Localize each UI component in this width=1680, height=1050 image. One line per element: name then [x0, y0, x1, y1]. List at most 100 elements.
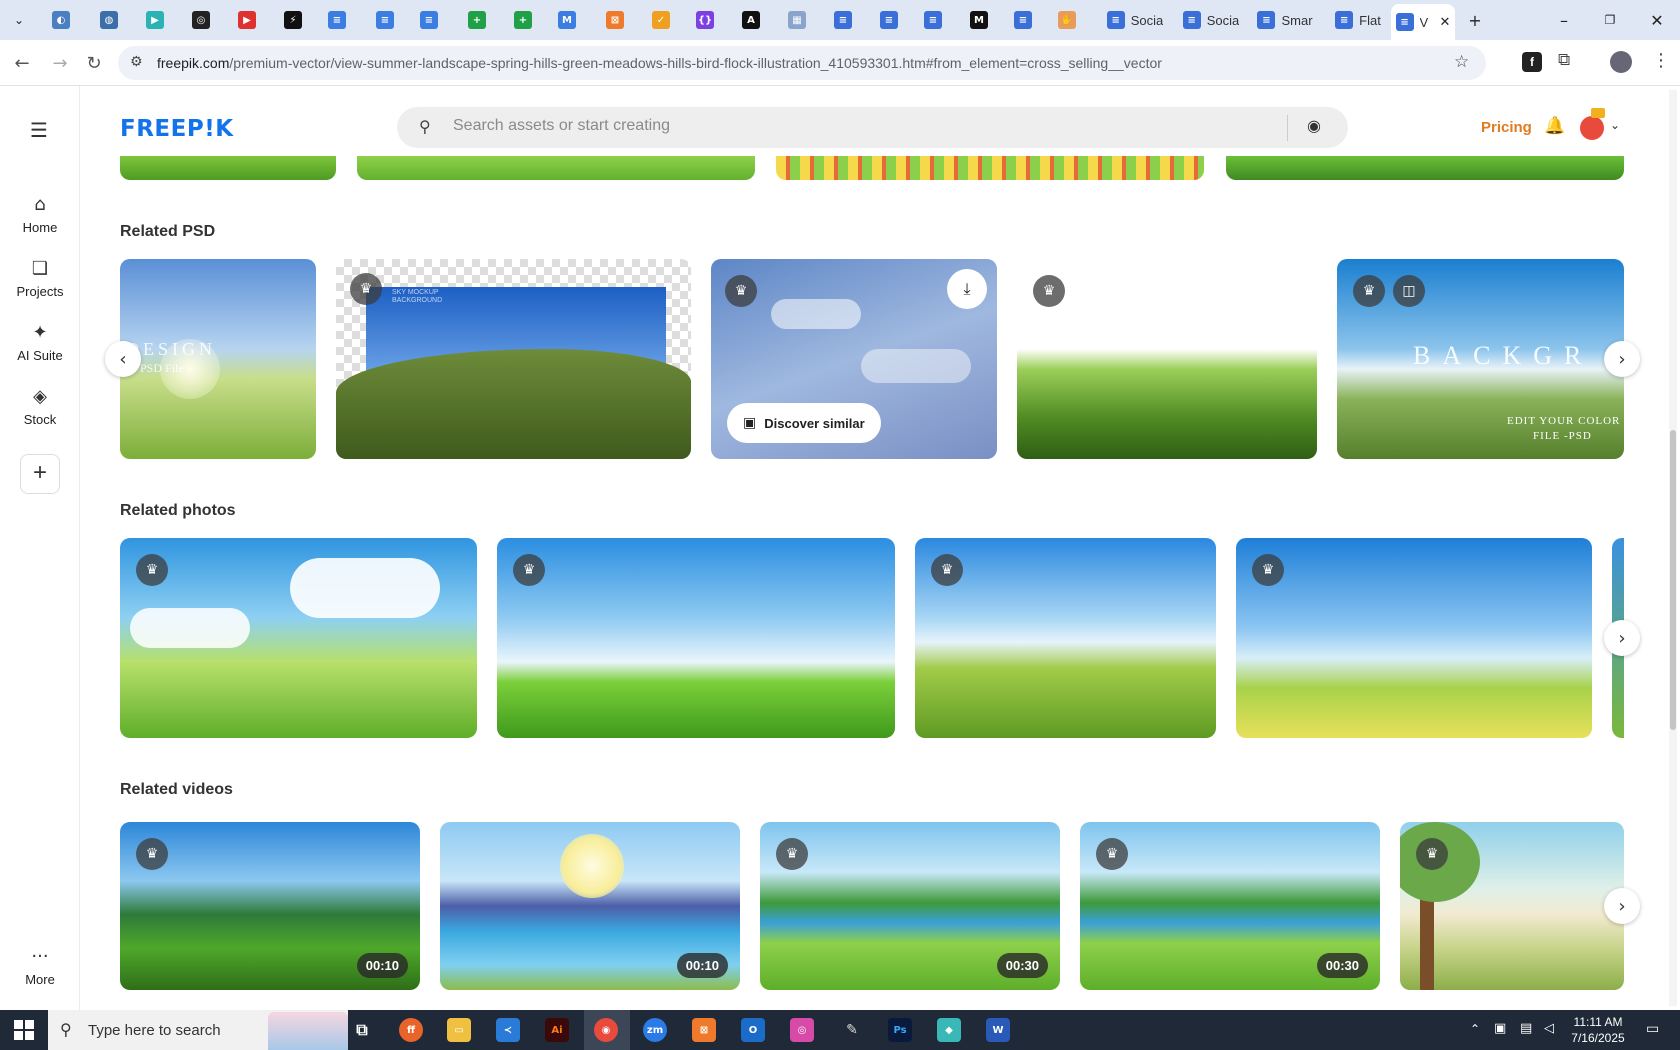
pricing-link[interactable]: Pricing: [1481, 119, 1532, 136]
browser-tab[interactable]: ⊠: [600, 6, 630, 34]
taskbar-search-box[interactable]: ⚲ Type here to search: [48, 1010, 348, 1050]
carousel-next-button[interactable]: ›: [1604, 341, 1640, 377]
tab-smart[interactable]: ≡ Smar: [1250, 6, 1320, 34]
new-tab-button[interactable]: +: [1463, 8, 1487, 32]
browser-menu-icon[interactable]: ⋮: [1652, 50, 1670, 71]
back-button[interactable]: ←: [10, 51, 34, 75]
browser-tab[interactable]: A: [736, 6, 766, 34]
photoshop-icon[interactable]: Ps: [888, 1018, 912, 1042]
tab-social-2[interactable]: ≡ Socia: [1176, 6, 1246, 34]
page-scrollbar[interactable]: [1669, 90, 1677, 1006]
psd-card-5[interactable]: BACKGR EDIT YOUR COLOR FILE -PSD ♛ ◫: [1337, 259, 1624, 459]
video-card-5[interactable]: ♛: [1400, 822, 1624, 990]
notification-center-icon[interactable]: ▭: [1646, 1021, 1659, 1037]
discover-similar-button[interactable]: ▣ Discover similar: [727, 403, 881, 443]
outlook-icon[interactable]: O: [741, 1018, 765, 1042]
browser-tab[interactable]: ≡: [828, 6, 858, 34]
browser-tab[interactable]: ≡: [918, 6, 948, 34]
illustrator-icon[interactable]: Ai: [545, 1018, 569, 1042]
photo-card-1[interactable]: ♛: [120, 538, 477, 738]
search-bar[interactable]: ⚲ ◉: [397, 107, 1348, 148]
psd-card-1[interactable]: DESIGN PSD File: [120, 259, 316, 459]
browser-tab[interactable]: {}: [690, 6, 720, 34]
zoom-icon[interactable]: zm: [643, 1018, 667, 1042]
psd-card-4[interactable]: ♛: [1017, 259, 1317, 459]
psd-card-3[interactable]: ♛ ⤓ ▣ Discover similar: [711, 259, 997, 459]
firefox-icon[interactable]: ff: [399, 1018, 423, 1042]
freepik-logo[interactable]: FREEP!K: [120, 116, 234, 142]
user-avatar[interactable]: [1580, 116, 1604, 140]
xampp-icon[interactable]: ⊠: [692, 1018, 716, 1042]
browser-tab[interactable]: ≡: [370, 6, 400, 34]
tab-active[interactable]: ≡ V ✕: [1391, 4, 1455, 40]
sidebar-item-stock[interactable]: ◈ Stock: [0, 386, 80, 427]
chevron-down-icon[interactable]: ⌄: [1610, 118, 1620, 132]
close-tab-icon[interactable]: ✕: [1440, 15, 1451, 30]
pen-tool-icon[interactable]: ✎: [840, 1018, 864, 1042]
browser-tab[interactable]: ▶: [140, 6, 170, 34]
carousel-prev-button[interactable]: ‹: [105, 341, 141, 377]
sidebar-item-home[interactable]: ⌂ Home: [0, 194, 80, 235]
browser-tab[interactable]: ◐: [46, 6, 76, 34]
browser-tab[interactable]: ≡: [1008, 6, 1038, 34]
video-card-4[interactable]: ♛ 00:30: [1080, 822, 1380, 990]
network-icon[interactable]: ▤: [1520, 1021, 1532, 1036]
browser-tab[interactable]: ◎: [186, 6, 216, 34]
word-icon[interactable]: W: [986, 1018, 1010, 1042]
extension-icon[interactable]: f: [1522, 52, 1542, 72]
creative-cloud-icon[interactable]: ◎: [790, 1018, 814, 1042]
tab-search-dropdown[interactable]: ⌄: [6, 6, 32, 34]
hamburger-menu-icon[interactable]: ☰: [30, 118, 48, 142]
browser-tab[interactable]: ▦: [782, 6, 812, 34]
browser-tab[interactable]: ⚡: [278, 6, 308, 34]
scrollbar-thumb[interactable]: [1670, 430, 1676, 730]
browser-tab[interactable]: ≡: [874, 6, 904, 34]
browser-tab[interactable]: M: [552, 6, 582, 34]
chrome-icon[interactable]: ◉: [594, 1018, 618, 1042]
restore-button[interactable]: ❐: [1598, 8, 1622, 32]
bookmark-star-icon[interactable]: ☆: [1454, 52, 1469, 72]
sidebar-item-projects[interactable]: ❏ Projects: [0, 258, 80, 299]
tab-flat[interactable]: ≡ Flat: [1323, 6, 1393, 34]
carousel-next-button[interactable]: ›: [1604, 620, 1640, 656]
vector-card-4[interactable]: [1226, 156, 1624, 180]
browser-tab[interactable]: ✋: [1052, 6, 1082, 34]
sidebar-item-more[interactable]: ··· More: [0, 946, 80, 987]
vector-card-1[interactable]: [120, 156, 336, 180]
sidebar-item-ai-suite[interactable]: ✦ AI Suite: [0, 322, 80, 363]
browser-tab[interactable]: M: [964, 6, 994, 34]
profile-avatar[interactable]: [1610, 51, 1632, 73]
browser-tab[interactable]: ≡: [322, 6, 352, 34]
minimize-button[interactable]: –: [1552, 8, 1576, 32]
vector-card-2[interactable]: [357, 156, 755, 180]
task-view-icon[interactable]: ⧉: [350, 1018, 374, 1042]
notifications-bell-icon[interactable]: 🔔: [1544, 116, 1565, 136]
create-new-button[interactable]: +: [20, 454, 60, 494]
browser-tab[interactable]: ▶: [232, 6, 262, 34]
volume-icon[interactable]: ◁: [1544, 1021, 1554, 1036]
carousel-next-button[interactable]: ›: [1604, 888, 1640, 924]
taskbar-clock[interactable]: 11:11 AM 7/16/2025: [1558, 1014, 1638, 1046]
forward-button[interactable]: →: [48, 51, 72, 75]
video-card-3[interactable]: ♛ 00:30: [760, 822, 1060, 990]
reload-button[interactable]: ↻: [82, 51, 106, 75]
download-icon[interactable]: ⤓: [947, 269, 987, 309]
browser-tab[interactable]: ◍: [94, 6, 124, 34]
camera-icon[interactable]: ◉: [1307, 116, 1321, 135]
browser-tab[interactable]: +: [462, 6, 492, 34]
tab-social-1[interactable]: ≡ Socia: [1100, 6, 1170, 34]
psd-card-2[interactable]: SKY MOCKUP BACKGROUND ♛: [336, 259, 691, 459]
photo-card-3[interactable]: ♛: [915, 538, 1216, 738]
browser-tab[interactable]: ✓: [646, 6, 676, 34]
browser-tab[interactable]: ≡: [414, 6, 444, 34]
video-card-2[interactable]: 00:10: [440, 822, 740, 990]
close-window-button[interactable]: ✕: [1645, 8, 1669, 32]
video-card-1[interactable]: ♛ 00:10: [120, 822, 420, 990]
search-input[interactable]: [453, 117, 1253, 135]
windows-start-icon[interactable]: [14, 1020, 34, 1040]
photo-card-4[interactable]: ♛: [1236, 538, 1592, 738]
address-bar[interactable]: ⚙ freepik.com/premium-vector/view-summer…: [118, 46, 1486, 80]
site-info-icon[interactable]: ⚙: [130, 54, 143, 70]
chevron-up-icon[interactable]: ⌃: [1470, 1022, 1480, 1036]
display-icon[interactable]: ▣: [1494, 1021, 1506, 1036]
